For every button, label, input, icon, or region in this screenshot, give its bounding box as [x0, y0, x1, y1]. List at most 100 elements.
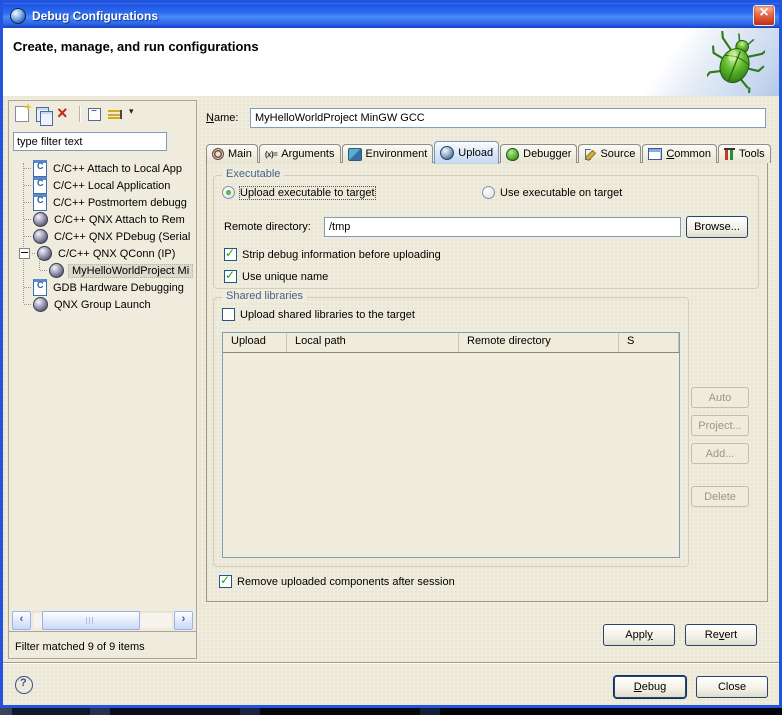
- c-application-icon: [33, 279, 47, 296]
- new-configuration-icon[interactable]: [15, 106, 29, 122]
- footer-buttons: Debug Close: [614, 676, 768, 698]
- tree-item-label: GDB Hardware Debugging: [51, 282, 186, 294]
- browse-button[interactable]: Browse...: [686, 216, 748, 238]
- tab-source[interactable]: Source: [578, 144, 641, 163]
- tab-label: Arguments: [281, 148, 334, 160]
- filter-icon[interactable]: [108, 110, 122, 119]
- desktop-taskbar-strip: [0, 708, 782, 715]
- environment-icon: [348, 148, 362, 161]
- name-row: Name:: [206, 108, 766, 128]
- column-header-remote-directory[interactable]: Remote directory: [459, 333, 619, 352]
- scroll-right-icon[interactable]: ›: [174, 611, 193, 630]
- tree-item[interactable]: C/C++ Local Application: [9, 177, 196, 194]
- tab-label: Tools: [739, 148, 765, 160]
- title-bar[interactable]: Debug Configurations: [3, 3, 779, 28]
- remote-directory-input[interactable]: [324, 217, 681, 237]
- arguments-icon: (x)=: [265, 150, 277, 159]
- radio-selected-icon[interactable]: [222, 186, 235, 199]
- qnx-sphere-icon: [33, 297, 48, 312]
- tree-item[interactable]: GDB Hardware Debugging: [9, 279, 196, 296]
- tree-item[interactable]: C/C++ QNX Attach to Rem: [9, 211, 196, 228]
- column-header-strip[interactable]: S: [619, 333, 679, 352]
- apply-button[interactable]: Apply: [603, 624, 675, 646]
- configurations-panel: C/C++ Attach to Local App C/C++ Local Ap…: [8, 100, 197, 659]
- name-input[interactable]: [250, 108, 766, 128]
- radio-label: Use executable on target: [500, 187, 622, 199]
- tree-item[interactable]: C/C++ QNX QConn (IP): [9, 245, 196, 262]
- use-executable-radio[interactable]: Use executable on target: [482, 186, 622, 199]
- tree-connector: [24, 304, 31, 305]
- delete-button[interactable]: Delete: [691, 486, 749, 507]
- collapse-expander-icon[interactable]: [19, 248, 30, 259]
- auto-button[interactable]: Auto: [691, 387, 749, 408]
- toolbar-separator: [79, 106, 81, 122]
- shared-libraries-table: Upload Local path Remote directory S: [222, 332, 680, 558]
- qnx-sphere-icon: [33, 212, 48, 227]
- checkbox-label: Use unique name: [242, 271, 328, 283]
- close-button[interactable]: Close: [696, 676, 768, 698]
- debug-button[interactable]: Debug: [614, 676, 686, 698]
- horizontal-scrollbar[interactable]: ‹ ›: [12, 611, 193, 628]
- collapse-all-icon[interactable]: [88, 108, 101, 121]
- tab-label: Common: [666, 148, 711, 160]
- scrollbar-track[interactable]: [32, 611, 173, 628]
- tree-item[interactable]: QNX Group Launch: [9, 296, 196, 313]
- column-header-local-path[interactable]: Local path: [287, 333, 459, 352]
- tree-item-label: C/C++ QNX QConn (IP): [56, 248, 177, 260]
- upload-executable-radio[interactable]: Upload executable to target: [222, 186, 375, 199]
- tab-debugger[interactable]: Debugger: [500, 144, 577, 163]
- scroll-left-icon[interactable]: ‹: [12, 611, 31, 630]
- duplicate-icon[interactable]: [36, 107, 49, 122]
- filter-input[interactable]: [13, 132, 167, 151]
- tree-item-label: C/C++ Attach to Local App: [51, 163, 184, 175]
- tab-upload[interactable]: Upload: [434, 141, 499, 164]
- qnx-sphere-icon: [49, 263, 64, 278]
- screen: Debug Configurations: [0, 0, 782, 715]
- strip-debug-checkbox[interactable]: Strip debug information before uploading: [224, 248, 441, 261]
- scrollbar-thumb[interactable]: [42, 611, 140, 630]
- tab-label: Debugger: [523, 148, 571, 160]
- column-header-upload[interactable]: Upload: [223, 333, 287, 352]
- tab-bar: Main (x)= Arguments Environment Upload: [206, 140, 768, 163]
- checkbox-checked-icon[interactable]: [219, 575, 232, 588]
- tab-tools[interactable]: Tools: [718, 144, 771, 163]
- revert-button[interactable]: Revert: [685, 624, 757, 646]
- tree-item-selected[interactable]: MyHelloWorldProject Mi: [9, 262, 196, 279]
- configurations-tree: C/C++ Attach to Local App C/C++ Local Ap…: [9, 160, 196, 313]
- upload-shared-checkbox[interactable]: Upload shared libraries to the target: [222, 308, 415, 321]
- tree-item-label: MyHelloWorldProject Mi: [68, 264, 193, 278]
- tab-main[interactable]: Main: [206, 144, 258, 163]
- add-button[interactable]: Add...: [691, 443, 749, 464]
- upload-tab-content: Executable Upload executable to target U…: [206, 162, 768, 602]
- unique-name-checkbox[interactable]: Use unique name: [224, 270, 328, 283]
- close-icon[interactable]: [753, 5, 775, 26]
- checkbox-checked-icon[interactable]: [224, 270, 237, 283]
- tree-connector-line: [23, 163, 24, 303]
- green-bug-image: [707, 31, 765, 93]
- delete-icon[interactable]: [56, 106, 72, 122]
- configuration-editor: Name: Main (x)= Arguments Environment: [200, 100, 774, 657]
- radio-icon[interactable]: [482, 186, 495, 199]
- checkbox-checked-icon[interactable]: [224, 248, 237, 261]
- group-title: Executable: [222, 168, 284, 180]
- qnx-sphere-icon: [33, 229, 48, 244]
- checkbox-label: Upload shared libraries to the target: [240, 309, 415, 321]
- checkbox-icon[interactable]: [222, 308, 235, 321]
- tab-environment[interactable]: Environment: [342, 144, 434, 163]
- remove-uploaded-checkbox[interactable]: Remove uploaded components after session: [219, 575, 455, 588]
- tree-item[interactable]: C/C++ Attach to Local App: [9, 160, 196, 177]
- help-question-icon[interactable]: [15, 676, 33, 694]
- source-icon: [584, 148, 596, 160]
- filter-status: Filter matched 9 of 9 items: [15, 641, 145, 653]
- tree-item[interactable]: C/C++ QNX PDebug (Serial: [9, 228, 196, 245]
- tab-label: Environment: [366, 148, 428, 160]
- tab-common[interactable]: Common: [642, 144, 717, 163]
- project-button[interactable]: Project...: [691, 415, 749, 436]
- c-application-icon: [33, 177, 47, 194]
- tab-arguments[interactable]: (x)= Arguments: [259, 144, 341, 163]
- executable-group: Executable Upload executable to target U…: [213, 175, 759, 289]
- dialog-header: Create, manage, and run configurations: [3, 28, 779, 97]
- tree-item[interactable]: C/C++ Postmortem debugg: [9, 194, 196, 211]
- tree-connector-line: [39, 256, 40, 270]
- tree-connector: [24, 219, 31, 220]
